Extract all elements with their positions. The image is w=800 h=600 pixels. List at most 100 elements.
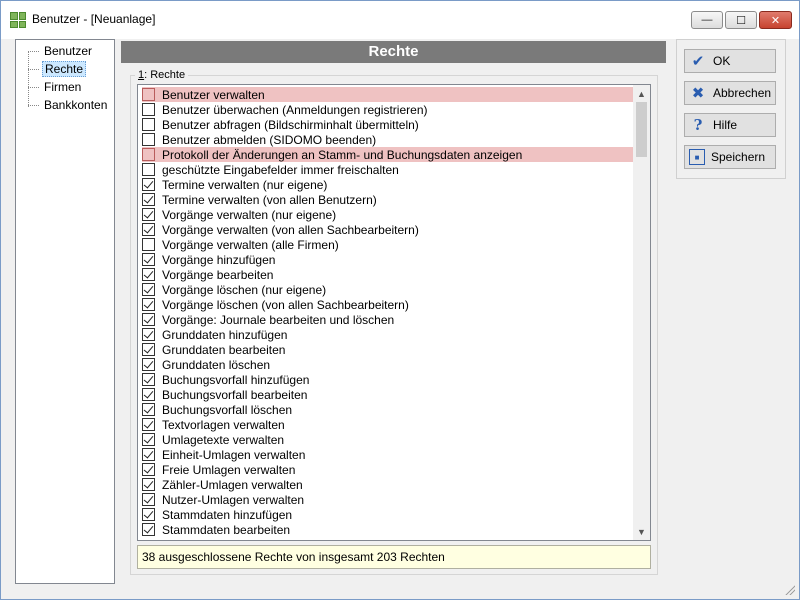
rights-list-item[interactable]: Buchungsvorfall löschen — [142, 402, 634, 417]
right-label: Buchungsvorfall bearbeiten — [162, 387, 308, 402]
right-checkbox[interactable] — [142, 118, 155, 131]
right-checkbox[interactable] — [142, 253, 155, 266]
right-checkbox[interactable] — [142, 403, 155, 416]
rights-list-item[interactable]: Stammdaten bearbeiten — [142, 522, 634, 537]
group-label-text: : Rechte — [144, 69, 186, 81]
rights-list-item[interactable]: Benutzer abfragen (Bildschirminhalt über… — [142, 117, 634, 132]
rights-list-item[interactable]: Vorgänge verwalten (alle Firmen) — [142, 237, 634, 252]
right-label: Stammdaten hinzufügen — [162, 507, 293, 522]
rights-list-item[interactable]: Buchungsvorfall hinzufügen — [142, 372, 634, 387]
rights-list-item[interactable]: Buchungsvorfall bearbeiten — [142, 387, 634, 402]
right-checkbox[interactable] — [142, 208, 155, 221]
right-checkbox[interactable] — [142, 373, 155, 386]
floppy-icon: ■ — [689, 149, 705, 165]
rights-list[interactable]: Benutzer verwalten Benutzer überwachen (A… — [137, 84, 651, 541]
vertical-scrollbar[interactable]: ▲ ▼ — [633, 85, 650, 540]
tree-item-benutzer[interactable]: Benutzer — [28, 43, 94, 59]
tree-item-bankkonten[interactable]: Bankkonten — [28, 97, 109, 113]
right-checkbox[interactable] — [142, 148, 155, 161]
right-checkbox[interactable] — [142, 163, 155, 176]
scroll-up-arrow-icon[interactable]: ▲ — [633, 85, 650, 102]
rights-list-item[interactable]: Vorgänge verwalten (nur eigene) — [142, 207, 634, 222]
rights-list-item[interactable]: Termine verwalten (nur eigene) — [142, 177, 634, 192]
right-label: Zähler-Umlagen verwalten — [162, 477, 303, 492]
right-checkbox[interactable] — [142, 478, 155, 491]
maximize-button[interactable]: ☐ — [725, 11, 757, 29]
rights-list-item[interactable]: Zähler-Umlagen verwalten — [142, 477, 634, 492]
right-label: Vorgänge löschen (nur eigene) — [162, 282, 327, 297]
rights-list-item[interactable]: Vorgänge: Journale bearbeiten und lösche… — [142, 312, 634, 327]
cancel-button[interactable]: ✖ Abbrechen — [684, 81, 776, 105]
right-checkbox[interactable] — [142, 283, 155, 296]
right-checkbox[interactable] — [142, 328, 155, 341]
cancel-button-label: Abbrechen — [713, 86, 772, 100]
right-checkbox[interactable] — [142, 133, 155, 146]
rights-list-item[interactable]: Umlagetexte verwalten — [142, 432, 634, 447]
rights-list-item[interactable]: Grunddaten hinzufügen — [142, 327, 634, 342]
right-checkbox[interactable] — [142, 298, 155, 311]
right-checkbox[interactable] — [142, 388, 155, 401]
rights-list-item[interactable]: Stammdaten hinzufügen — [142, 507, 634, 522]
help-button[interactable]: ? Hilfe — [684, 113, 776, 137]
rights-list-item[interactable]: Vorgänge verwalten (von allen Sachbearbe… — [142, 222, 634, 237]
right-checkbox[interactable] — [142, 238, 155, 251]
right-checkbox[interactable] — [142, 88, 155, 101]
resize-grip-icon[interactable] — [783, 583, 795, 595]
right-label: Grunddaten bearbeiten — [162, 342, 286, 357]
rights-list-item[interactable]: Benutzer überwachen (Anmeldungen registr… — [142, 102, 634, 117]
right-checkbox[interactable] — [142, 103, 155, 116]
rights-list-item[interactable]: Nutzer-Umlagen verwalten — [142, 492, 634, 507]
right-checkbox[interactable] — [142, 523, 155, 536]
save-button[interactable]: ■ Speichern — [684, 145, 776, 169]
tree-item-rechte[interactable]: Rechte — [28, 61, 87, 77]
close-button[interactable]: ✕ — [759, 11, 792, 29]
right-checkbox[interactable] — [142, 448, 155, 461]
right-checkbox[interactable] — [142, 178, 155, 191]
right-label: Buchungsvorfall hinzufügen — [162, 372, 310, 387]
right-checkbox[interactable] — [142, 508, 155, 521]
dialog-window: Benutzer - [Neuanlage] — ☐ ✕ Benutzer Re… — [0, 0, 800, 600]
right-label: Vorgänge verwalten (von allen Sachbearbe… — [162, 222, 419, 237]
right-checkbox[interactable] — [142, 313, 155, 326]
rights-list-item[interactable]: geschützte Eingabefelder immer freischal… — [142, 162, 634, 177]
tree-item-label: Bankkonten — [44, 98, 108, 112]
right-checkbox[interactable] — [142, 358, 155, 371]
right-checkbox[interactable] — [142, 223, 155, 236]
right-label: Vorgänge löschen (von allen Sachbearbeit… — [162, 297, 409, 312]
rights-list-item[interactable]: Termine verwalten (von allen Benutzern) — [142, 192, 634, 207]
rights-list-item[interactable]: Vorgänge bearbeiten — [142, 267, 634, 282]
right-label: Benutzer abfragen (Bildschirminhalt über… — [162, 117, 419, 132]
rights-list-item[interactable]: Freie Umlagen verwalten — [142, 462, 634, 477]
rights-list-item[interactable]: Grunddaten bearbeiten — [142, 342, 634, 357]
right-checkbox[interactable] — [142, 268, 155, 281]
scroll-thumb[interactable] — [636, 102, 647, 157]
right-checkbox[interactable] — [142, 418, 155, 431]
help-icon: ? — [693, 116, 703, 134]
rights-list-item[interactable]: Protokoll der Änderungen an Stamm- und B… — [142, 147, 634, 162]
right-checkbox[interactable] — [142, 463, 155, 476]
rights-list-item[interactable]: Einheit-Umlagen verwalten — [142, 447, 634, 462]
title-bar[interactable]: Benutzer - [Neuanlage] — ☐ ✕ — [1, 1, 799, 39]
right-checkbox[interactable] — [142, 343, 155, 356]
rights-list-item[interactable]: Grunddaten löschen — [142, 357, 634, 372]
ok-button[interactable]: ✔ OK — [684, 49, 776, 73]
tree-item-label: Firmen — [44, 80, 82, 94]
rights-list-item[interactable]: Vorgänge hinzufügen — [142, 252, 634, 267]
right-checkbox[interactable] — [142, 493, 155, 506]
right-checkbox[interactable] — [142, 433, 155, 446]
help-button-label: Hilfe — [713, 118, 738, 132]
rights-list-item[interactable]: Textvorlagen verwalten — [142, 417, 634, 432]
right-checkbox[interactable] — [142, 193, 155, 206]
tree-item-label: Benutzer — [44, 44, 93, 58]
rights-list-item[interactable]: Vorgänge löschen (nur eigene) — [142, 282, 634, 297]
right-label: Nutzer-Umlagen verwalten — [162, 492, 305, 507]
rights-list-item[interactable]: Benutzer abmelden (SIDOMO beenden) — [142, 132, 634, 147]
navigation-tree[interactable]: Benutzer Rechte Firmen Bankkonten — [15, 39, 115, 584]
scroll-down-arrow-icon[interactable]: ▼ — [633, 523, 650, 540]
tree-item-firmen[interactable]: Firmen — [28, 79, 83, 95]
right-label: Stammdaten bearbeiten — [162, 522, 291, 537]
right-label: geschützte Eingabefelder immer freischal… — [162, 162, 399, 177]
rights-list-item[interactable]: Benutzer verwalten — [142, 87, 634, 102]
minimize-button[interactable]: — — [691, 11, 723, 29]
rights-list-item[interactable]: Vorgänge löschen (von allen Sachbearbeit… — [142, 297, 634, 312]
